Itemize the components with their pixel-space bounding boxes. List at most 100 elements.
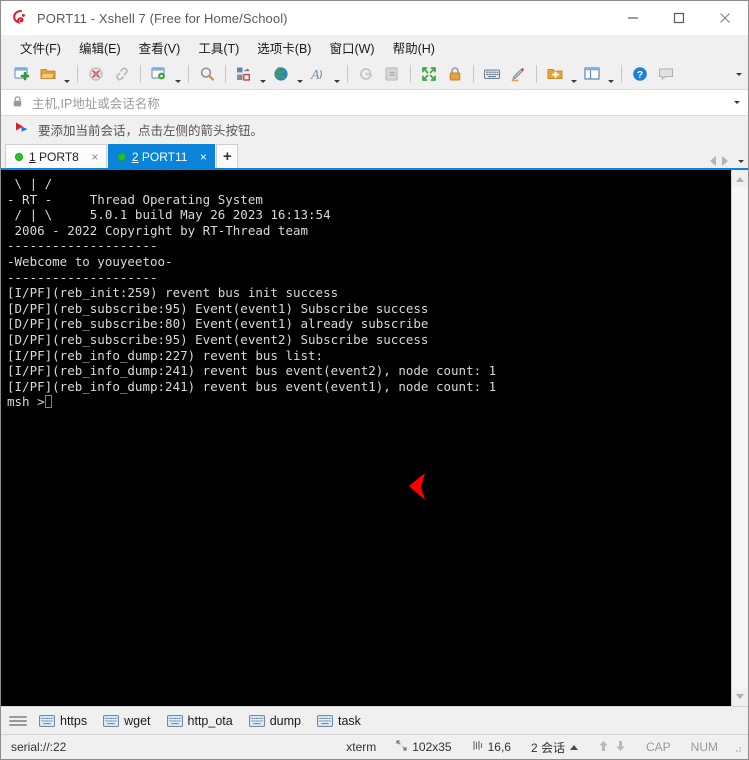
- disconnect-icon[interactable]: [83, 61, 109, 87]
- scrollbar-track[interactable]: [731, 187, 748, 689]
- paste-icon[interactable]: [379, 61, 405, 87]
- scroll-up-icon[interactable]: [733, 172, 748, 187]
- terminal-screen[interactable]: \ | / - RT - Thread Operating System / |…: [1, 170, 731, 706]
- terminal-line: --------------------: [7, 238, 158, 254]
- xshell-logo-icon: [9, 7, 33, 29]
- scroll-down-icon[interactable]: [733, 689, 748, 704]
- quick-command-label: task: [337, 713, 361, 728]
- minimize-icon[interactable]: [610, 1, 656, 35]
- tab-next-icon[interactable]: [722, 156, 728, 166]
- lock-icon[interactable]: [442, 61, 468, 87]
- cursor-position-icon: [472, 740, 483, 754]
- status-cursor-position: 16,6: [462, 740, 521, 754]
- reconnect-icon[interactable]: [109, 61, 135, 87]
- globe-encoding-caret[interactable]: [294, 59, 305, 89]
- tab-prev-icon[interactable]: [710, 156, 716, 166]
- find-icon[interactable]: [194, 61, 220, 87]
- toolbar: A ?: [1, 59, 748, 90]
- help-icon[interactable]: ?: [627, 61, 653, 87]
- toolbar-separator: [188, 65, 189, 83]
- new-session-icon[interactable]: [9, 61, 35, 87]
- tab-list-icon[interactable]: [738, 159, 744, 163]
- keyboard-icon: [39, 714, 55, 727]
- globe-encoding-icon[interactable]: [268, 61, 294, 87]
- highlight-icon[interactable]: [505, 61, 531, 87]
- status-sessions[interactable]: 2 会话: [521, 739, 588, 756]
- sessions-expand-icon[interactable]: [569, 744, 578, 750]
- quick-command-task[interactable]: task: [309, 711, 369, 731]
- drag-handle-icon[interactable]: [9, 715, 27, 726]
- terminal-cursor: [44, 395, 52, 409]
- quick-command-label: http_ota: [187, 713, 233, 728]
- terminal-scrollbar[interactable]: [731, 170, 748, 706]
- session-properties-icon[interactable]: [146, 61, 172, 87]
- quick-command-http-ota[interactable]: http_ota: [159, 711, 241, 731]
- tab-status-dot-icon: [15, 152, 23, 161]
- menu-tools[interactable]: 工具(T): [189, 35, 248, 60]
- menu-window[interactable]: 窗口(W): [320, 35, 383, 60]
- menu-file[interactable]: 文件(F): [11, 35, 70, 60]
- terminal-line: - RT - Thread Operating System: [7, 191, 263, 207]
- tab-label: 1 PORT8: [29, 149, 79, 164]
- terminal-line: -Webcome to youyeetoo-: [7, 253, 173, 269]
- font-icon[interactable]: A: [305, 61, 331, 87]
- quick-command-wget[interactable]: wget: [95, 711, 158, 731]
- lock-icon: [11, 95, 24, 111]
- font-caret[interactable]: [331, 59, 342, 89]
- tab-bar: 1 PORT8 × 2 PORT11 × +: [1, 142, 748, 168]
- toolbar-overflow-icon[interactable]: [736, 59, 742, 89]
- resize-grip-icon[interactable]: [732, 742, 742, 752]
- toolbar-separator: [347, 65, 348, 83]
- menu-tabs[interactable]: 选项卡(B): [248, 35, 320, 60]
- keyboard-icon: [317, 714, 333, 727]
- layout-icon[interactable]: [231, 61, 257, 87]
- upload-icon: [598, 740, 609, 755]
- new-folder-icon[interactable]: [542, 61, 568, 87]
- terminal-line: [D/PF](reb_subscribe:95) Event(event2) S…: [7, 331, 429, 347]
- menu-edit[interactable]: 编辑(E): [70, 35, 130, 60]
- terminal-line: [D/PF](reb_subscribe:95) Event(event1) S…: [7, 300, 429, 316]
- tab-close-icon[interactable]: ×: [89, 151, 101, 163]
- close-icon[interactable]: [702, 1, 748, 35]
- keyboard-icon[interactable]: [479, 61, 505, 87]
- menu-help[interactable]: 帮助(H): [384, 35, 444, 60]
- layout-caret[interactable]: [257, 59, 268, 89]
- fullscreen-icon[interactable]: [416, 61, 442, 87]
- status-bar: serial://:22 xterm 102x35 16,6 2 会话 CAP …: [1, 734, 748, 759]
- status-num-lock: NUM: [690, 740, 718, 754]
- session-properties-caret[interactable]: [172, 59, 183, 89]
- split-view-icon[interactable]: [579, 61, 605, 87]
- tab-port11[interactable]: 2 PORT11 ×: [107, 144, 216, 168]
- new-tab-button[interactable]: +: [216, 144, 239, 168]
- open-session-icon[interactable]: [35, 61, 61, 87]
- keyboard-icon: [248, 714, 265, 727]
- toolbar-separator: [140, 65, 141, 83]
- tab-port8[interactable]: 1 PORT8 ×: [5, 144, 107, 168]
- chevron-down-icon[interactable]: [734, 90, 740, 115]
- status-transfer: [588, 740, 636, 755]
- address-input[interactable]: 主机,IP地址或会话名称: [32, 93, 748, 112]
- tab-close-icon[interactable]: ×: [197, 151, 209, 163]
- tab-status-dot-icon: [117, 152, 126, 161]
- quick-command-label: https: [60, 713, 88, 728]
- menu-view[interactable]: 查看(V): [130, 35, 190, 60]
- toolbar-separator: [410, 65, 411, 83]
- clear-screen-icon[interactable]: [353, 61, 379, 87]
- terminal-line: / | \ 5.0.1 build May 26 2023 16:13:54: [7, 207, 331, 223]
- terminal-line: [I/PF](reb_init:259) revent bus init suc…: [7, 285, 339, 301]
- tab-label: 2 PORT11: [131, 149, 188, 164]
- terminal-prompt: msh >: [7, 394, 45, 410]
- open-session-caret[interactable]: [61, 59, 72, 89]
- chat-icon[interactable]: [653, 61, 679, 87]
- split-view-caret[interactable]: [605, 59, 616, 89]
- keyboard-icon: [166, 714, 183, 727]
- red-blue-arrow-icon: [15, 121, 30, 137]
- address-bar[interactable]: 主机,IP地址或会话名称: [1, 90, 748, 116]
- quick-command-dump[interactable]: dump: [241, 711, 309, 731]
- toolbar-separator: [473, 65, 474, 83]
- new-folder-caret[interactable]: [568, 59, 579, 89]
- quick-command-https[interactable]: https: [31, 711, 95, 731]
- terminal-area: \ | / - RT - Thread Operating System / |…: [1, 168, 748, 706]
- terminal-line: \ | /: [7, 176, 53, 191]
- maximize-icon[interactable]: [656, 1, 702, 35]
